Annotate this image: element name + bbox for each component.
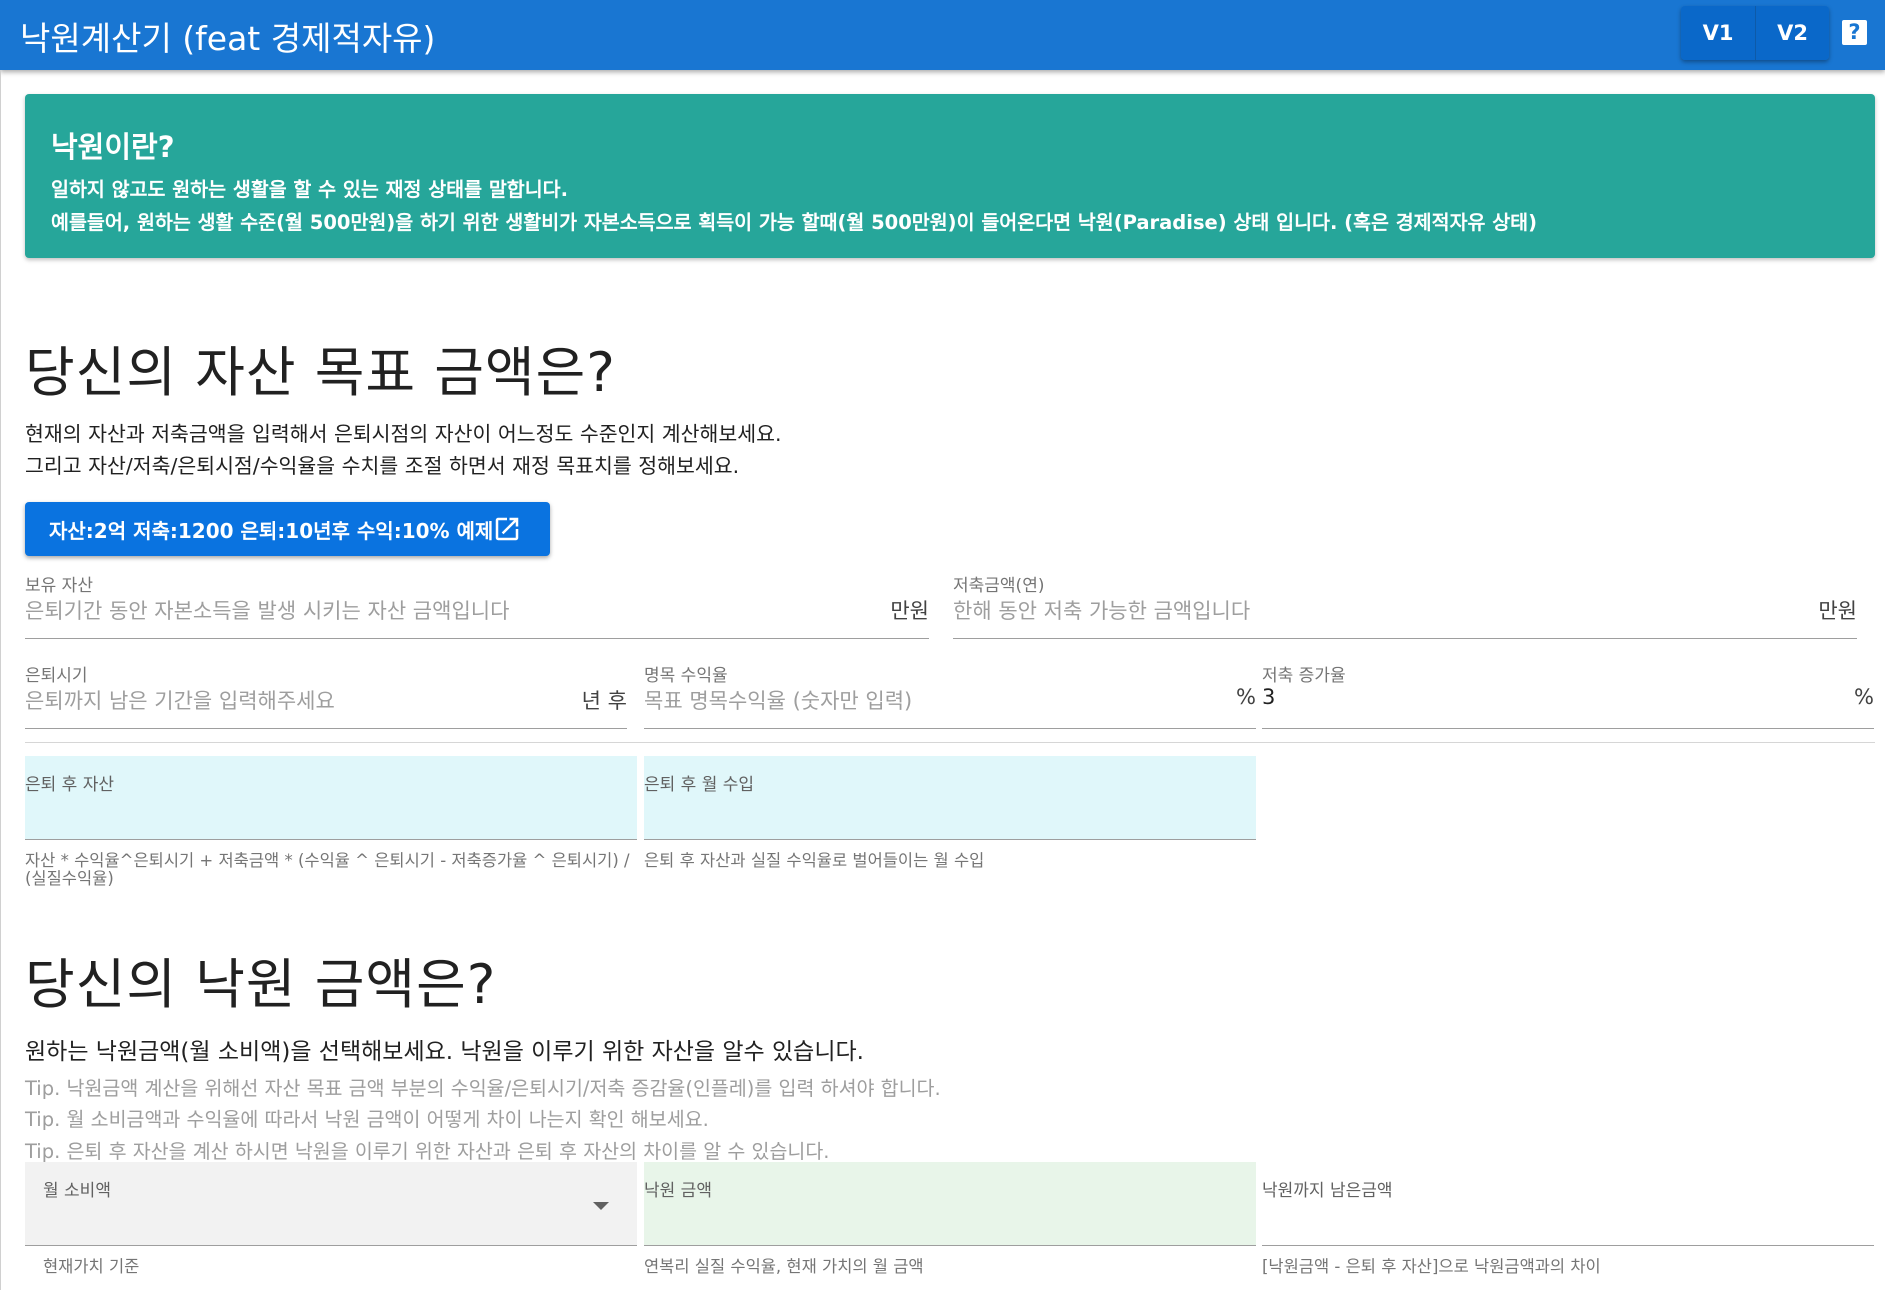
savings-growth-suffix: % (1854, 685, 1874, 709)
monthly-income-underline (644, 839, 1256, 840)
assets-input[interactable]: 은퇴기간 동안 자본소득을 발생 시키는 자산 금액입니다 (25, 595, 509, 625)
goal-heading: 당신의 자산 목표 금액은? (25, 341, 616, 404)
savings-suffix: 만원 (1818, 599, 1857, 623)
remaining-label: 낙원까지 남은금액 (1262, 1181, 1393, 1201)
return-rate-field[interactable]: 명목 수익율 목표 명목수익율 (숫자만 입력) % (644, 661, 1256, 729)
post-assets-hint: 자산 * 수익율^은퇴시기 + 저축금액 * (수익율 ^ 은퇴시기 - 저축증… (25, 851, 630, 888)
assets-label: 보유 자산 (25, 576, 93, 596)
alert-title: 낙원이란? (51, 130, 175, 164)
return-rate-input[interactable]: 목표 명목수익율 (숫자만 입력) (644, 685, 912, 715)
monthly-income-box[interactable]: 은퇴 후 월 수입 (644, 756, 1256, 840)
savings-label: 저축금액(연) (953, 576, 1045, 596)
paradise-amount-hint: 연복리 실질 수익율, 현재 가치의 월 금액 (644, 1257, 924, 1276)
savings-growth-field[interactable]: 저축 증가율 3 % (1262, 661, 1874, 729)
retire-input[interactable]: 은퇴까지 남은 기간을 입력해주세요 (25, 685, 335, 715)
retire-underline (25, 728, 627, 729)
example-button-label: 자산:2억 저축:1200 은퇴:10년후 수익:10% 예제 (49, 518, 494, 543)
paradise-amount-box[interactable]: 낙원 금액 (644, 1162, 1256, 1246)
monthly-spend-hint: 현재가치 기준 (43, 1257, 140, 1276)
savings-input[interactable]: 한해 동안 저축 가능한 금액입니다 (953, 595, 1250, 625)
assets-field[interactable]: 보유 자산 은퇴기간 동안 자본소득을 발생 시키는 자산 금액입니다 만원 (25, 571, 929, 639)
post-assets-box[interactable]: 은퇴 후 자산 (25, 756, 637, 840)
help-icon[interactable]: ? (1842, 20, 1867, 45)
open-in-new-icon (495, 517, 519, 541)
remaining-box[interactable]: 낙원까지 남은금액 (1262, 1162, 1874, 1246)
paradise-amount-label: 낙원 금액 (644, 1181, 712, 1201)
version-v2-button[interactable]: V2 (1755, 6, 1829, 60)
savings-field[interactable]: 저축금액(연) 한해 동안 저축 가능한 금액입니다 만원 (953, 571, 1857, 639)
left-divider (0, 70, 1, 1290)
version-v1-button[interactable]: V1 (1681, 6, 1755, 60)
post-assets-label: 은퇴 후 자산 (25, 775, 115, 795)
monthly-spend-underline (25, 1245, 637, 1246)
info-alert: 낙원이란? 일하지 않고도 원하는 생활을 할 수 있는 재정 상태를 말합니다… (25, 94, 1875, 258)
savings-underline (953, 638, 1857, 639)
remaining-hint: [낙원금액 - 은퇴 후 자산]으로 낙원금액과의 차이 (1262, 1257, 1601, 1276)
monthly-spend-label: 월 소비액 (43, 1181, 111, 1201)
goal-desc-2: 그리고 자산/저축/은퇴시점/수익율을 수치를 조절 하면서 재정 목표치를 정… (25, 454, 740, 478)
section-divider (25, 742, 1875, 743)
tip-2: Tip. 월 소비금액과 수익율에 따라서 낙원 금액이 어떻게 차이 나는지 … (25, 1108, 709, 1131)
dropdown-arrow-icon[interactable] (593, 1202, 609, 1210)
return-rate-label: 명목 수익율 (644, 666, 728, 686)
tip-1: Tip. 낙원금액 계산을 위해선 자산 목표 금액 부분의 수익율/은퇴시기/… (25, 1077, 941, 1100)
paradise-heading: 당신의 낙원 금액은? (25, 953, 497, 1016)
monthly-income-label: 은퇴 후 월 수입 (644, 775, 755, 795)
retire-suffix: 년 후 (581, 689, 627, 713)
app-title: 낙원계산기 (feat 경제적자유) (20, 19, 436, 58)
return-rate-suffix: % (1236, 685, 1256, 709)
paradise-desc: 원하는 낙원금액(월 소비액)을 선택해보세요. 낙원을 이루기 위한 자산을 … (25, 1039, 864, 1065)
monthly-income-hint: 은퇴 후 자산과 실질 수익율로 벌어들이는 월 수입 (644, 851, 985, 870)
assets-underline (25, 638, 929, 639)
post-assets-underline (25, 839, 637, 840)
goal-desc-1: 현재의 자산과 저축금액을 입력해서 은퇴시점의 자산이 어느정도 수준인지 계… (25, 422, 782, 446)
return-rate-underline (644, 728, 1256, 729)
monthly-spend-select[interactable]: 월 소비액 (25, 1162, 637, 1246)
savings-growth-underline (1262, 728, 1874, 729)
assets-suffix: 만원 (890, 599, 929, 623)
savings-growth-input[interactable]: 3 (1262, 685, 1275, 709)
paradise-amount-underline (644, 1245, 1256, 1246)
example-button[interactable]: 자산:2억 저축:1200 은퇴:10년후 수익:10% 예제 (25, 502, 550, 556)
retire-label: 은퇴시기 (25, 666, 88, 686)
alert-line-2: 예를들어, 원하는 생활 수준(월 500만원)을 하기 위한 생활비가 자본소… (51, 211, 1538, 234)
remaining-underline (1262, 1245, 1874, 1246)
retire-field[interactable]: 은퇴시기 은퇴까지 남은 기간을 입력해주세요 년 후 (25, 661, 627, 729)
alert-line-1: 일하지 않고도 원하는 생활을 할 수 있는 재정 상태를 말합니다. (51, 178, 569, 201)
app-bar: 낙원계산기 (feat 경제적자유) V1 V2 ? (0, 0, 1885, 70)
tip-3: Tip. 은퇴 후 자산을 계산 하시면 낙원을 이루기 위한 자산과 은퇴 후… (25, 1140, 830, 1163)
savings-growth-label: 저축 증가율 (1262, 666, 1346, 686)
version-toggle: V1 V2 (1681, 6, 1829, 60)
